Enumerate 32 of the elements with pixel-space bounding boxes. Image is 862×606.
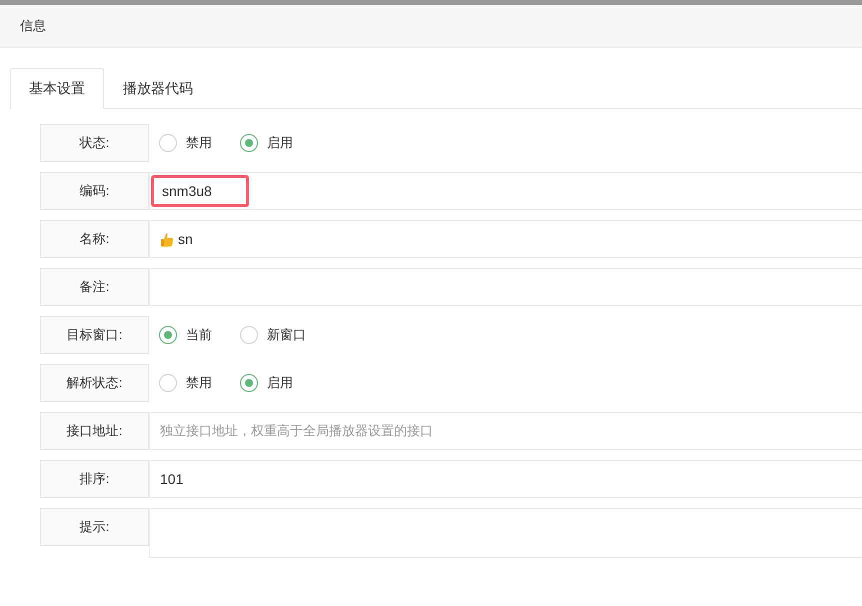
radio-label[interactable]: 当前 [186,326,212,344]
input-field[interactable]: snm3u8 [149,172,862,210]
input-field[interactable] [149,268,862,306]
field-label: 目标窗口: [40,316,149,354]
text-area[interactable] [149,508,862,558]
radio-label[interactable]: 禁用 [186,134,212,152]
radio-button[interactable] [159,326,177,344]
radio-button[interactable] [159,134,177,152]
radio-label[interactable]: 新窗口 [267,326,306,344]
field-label: 名称: [40,220,149,258]
tab[interactable]: 基本设置 [10,68,104,109]
radio-button[interactable] [240,326,258,344]
radio-label[interactable]: 启用 [267,134,293,152]
radio-button[interactable] [240,374,258,392]
field-label: 接口地址: [40,412,149,450]
radio-label[interactable]: 禁用 [186,374,212,392]
field-label: 备注: [40,268,149,306]
field-label: 排序: [40,460,149,498]
input-field[interactable]: 101 [149,460,862,498]
field-label: 状态: [40,124,149,162]
radio-label[interactable]: 启用 [267,374,293,392]
radio-button[interactable] [240,134,258,152]
field-label: 编码: [40,172,149,210]
radio-button[interactable] [159,374,177,392]
field-label: 解析状态: [40,364,149,402]
field-value: snm3u8 [162,183,212,199]
field-label: 提示: [40,508,149,546]
input-field[interactable]: sn [149,220,862,258]
field-placeholder: 独立接口地址，权重高于全局播放器设置的接口 [160,422,433,440]
panel-title: 信息 [20,17,46,35]
field-value: 101 [160,471,184,487]
field-value: sn [178,231,193,247]
